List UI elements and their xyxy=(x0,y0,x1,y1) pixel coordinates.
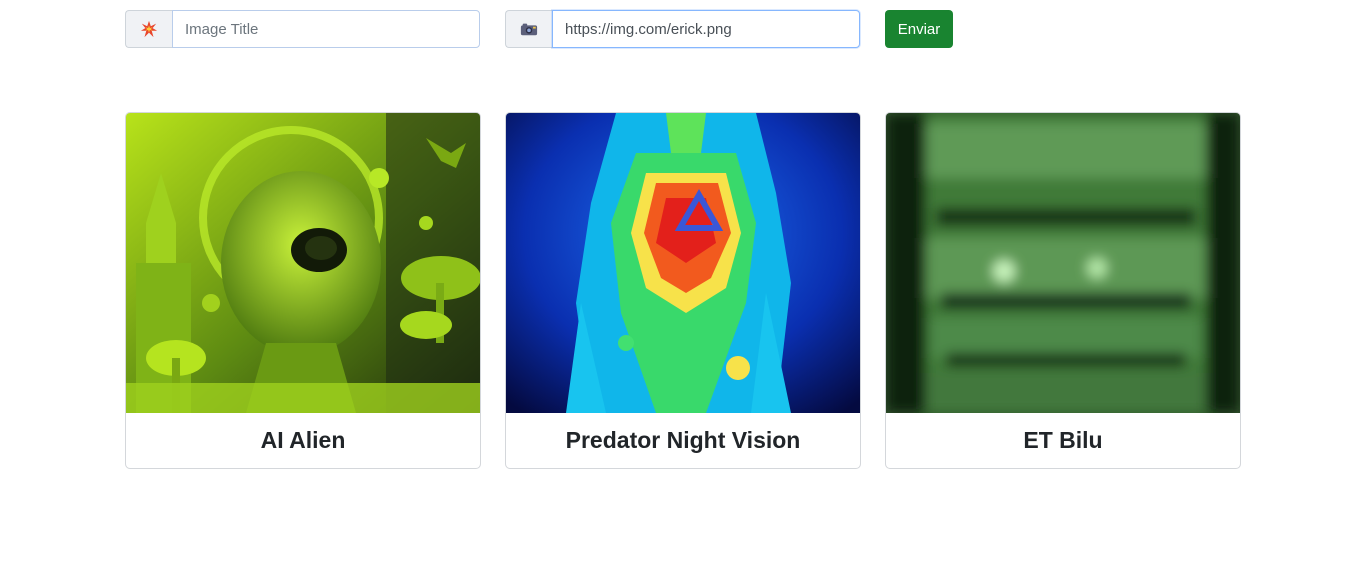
image-card: Predator Night Vision xyxy=(505,112,861,469)
submit-button[interactable]: Enviar xyxy=(885,10,953,48)
card-title: AI Alien xyxy=(260,427,346,453)
card-image xyxy=(506,113,860,413)
card-title: ET Bilu xyxy=(1023,427,1103,453)
collision-icon xyxy=(125,10,172,48)
card-image xyxy=(886,113,1240,413)
url-input-group xyxy=(505,10,860,48)
title-input[interactable] xyxy=(172,10,480,48)
camera-icon xyxy=(505,10,552,48)
card-title: Predator Night Vision xyxy=(565,427,801,453)
url-input[interactable] xyxy=(552,10,860,48)
title-input-group xyxy=(125,10,480,48)
image-card: AI Alien xyxy=(125,112,481,469)
image-card: ET Bilu xyxy=(885,112,1241,469)
card-image xyxy=(126,113,480,413)
